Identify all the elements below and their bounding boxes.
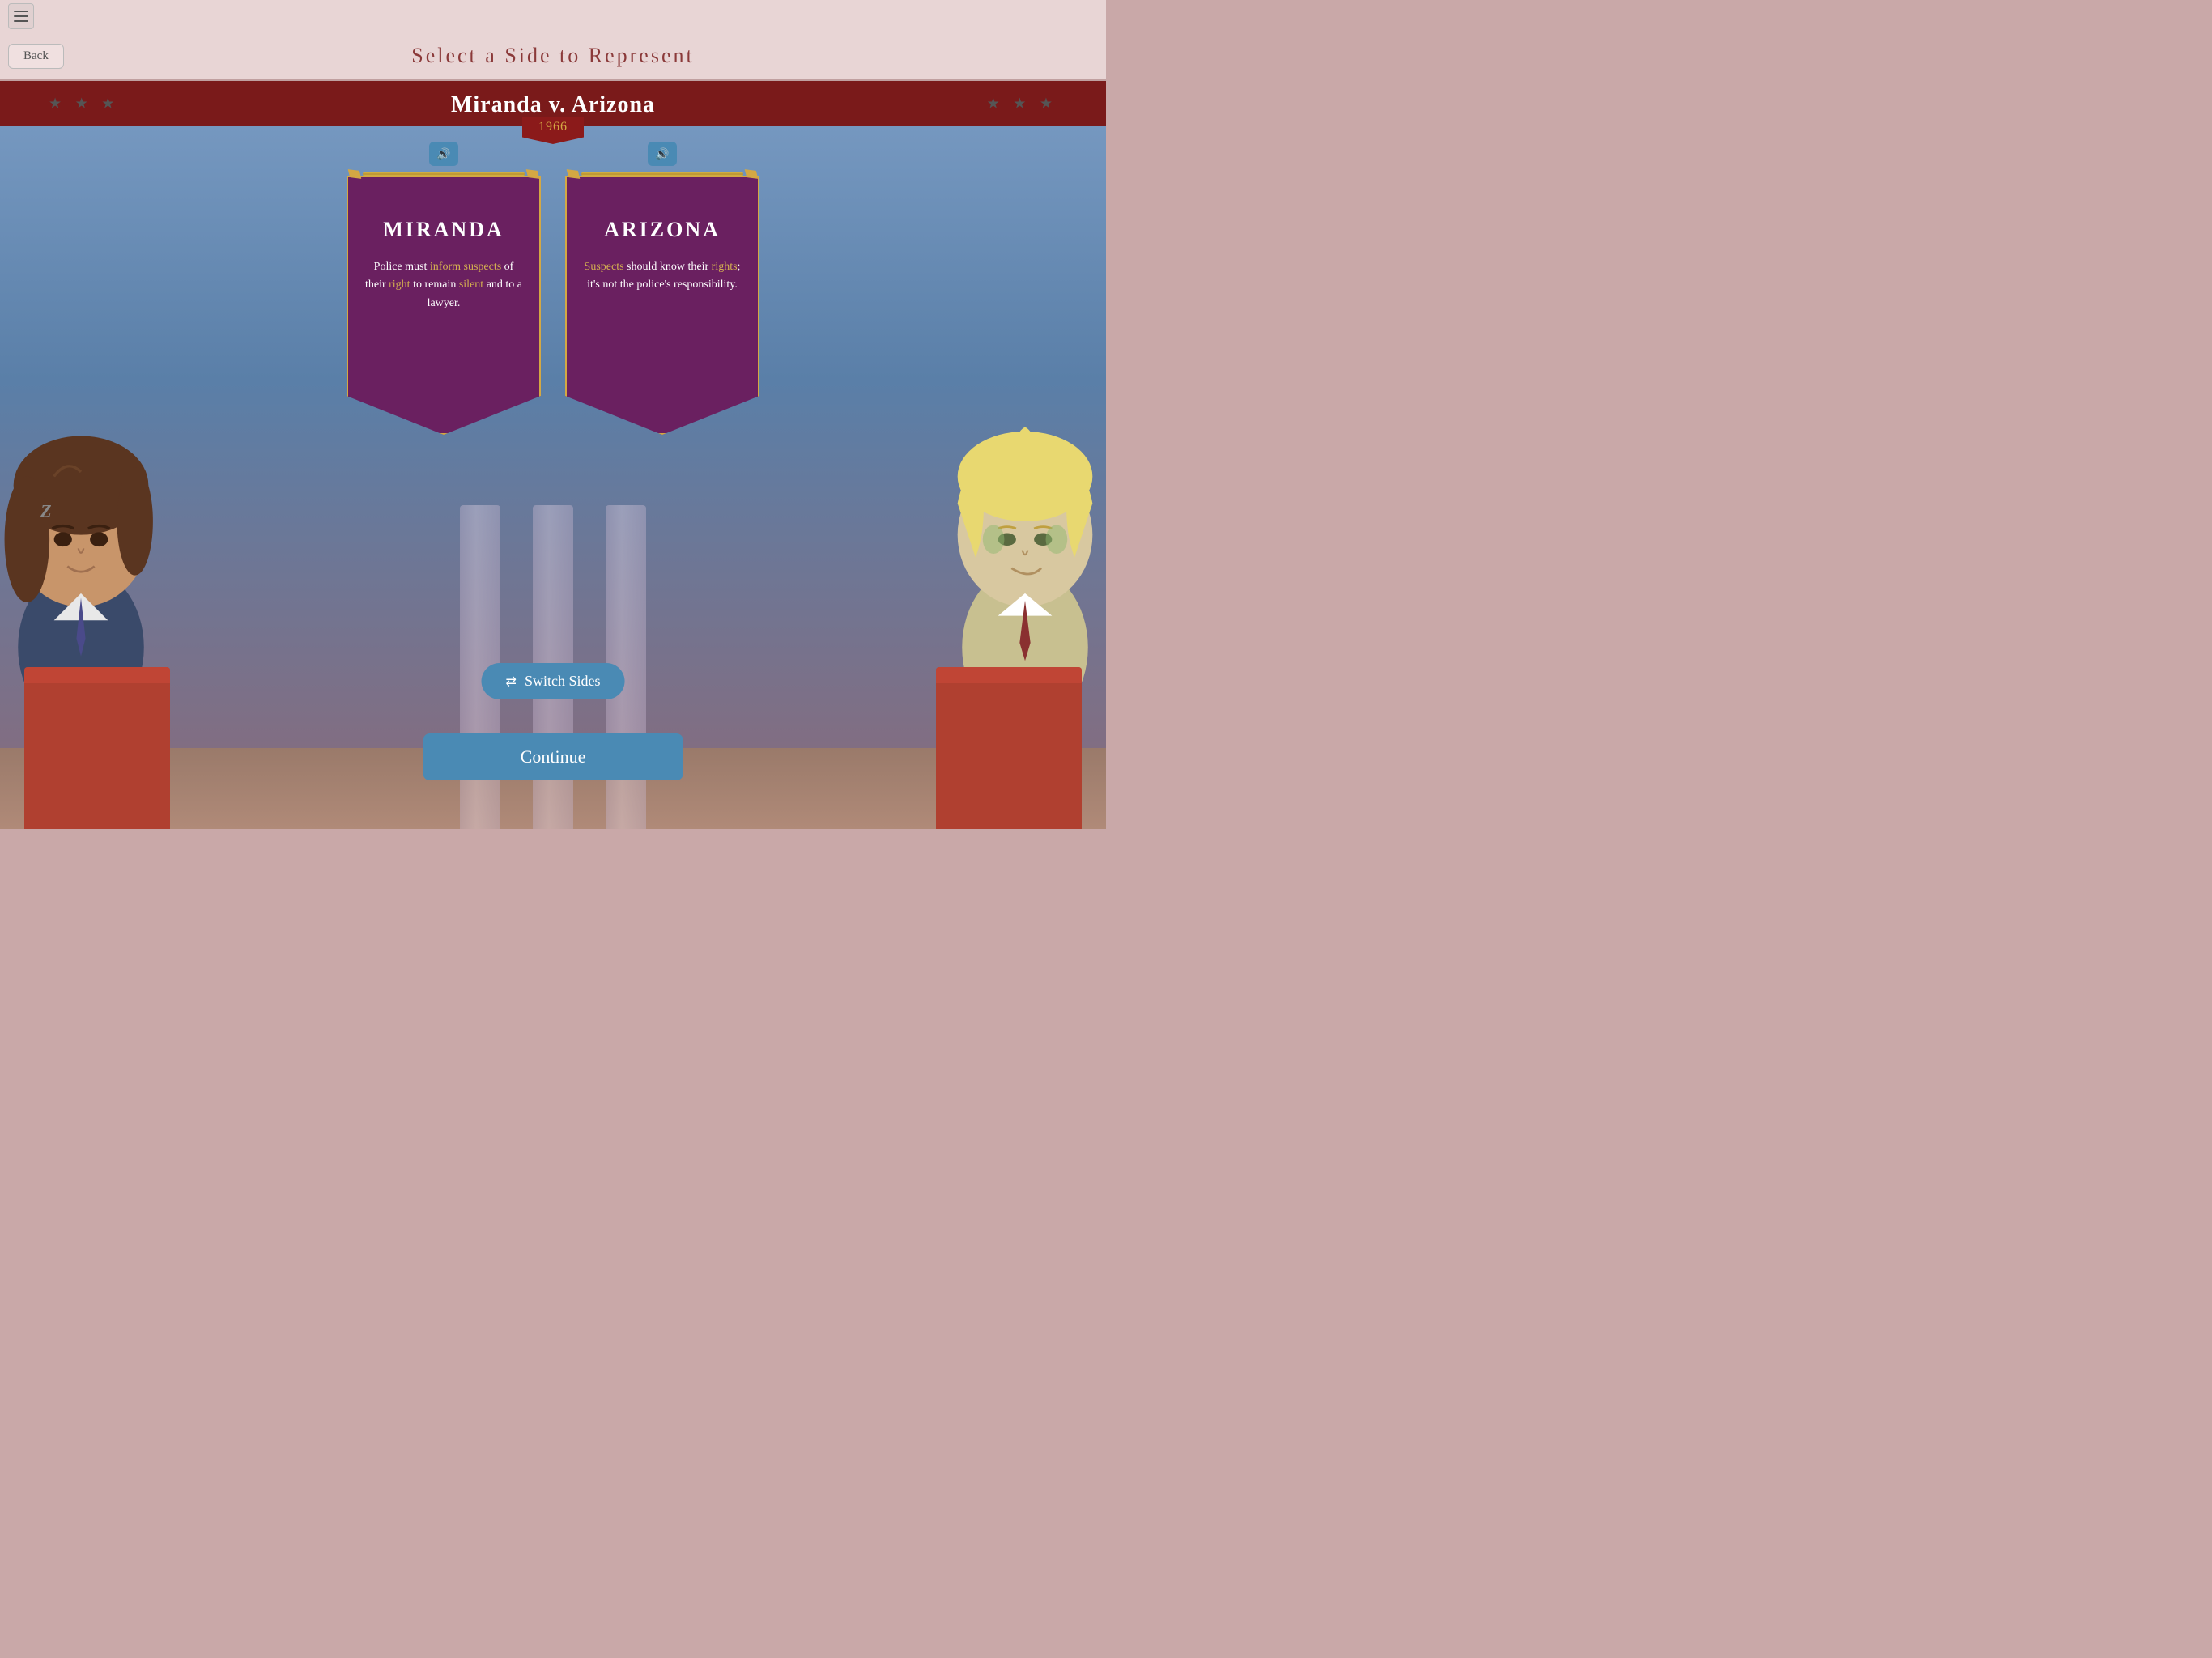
miranda-banner[interactable]: MIRANDA Police must inform suspects of t… (347, 176, 541, 435)
main-content: Miranda v. Arizona 1966 (0, 81, 1106, 829)
miranda-banner-wrapper: 🔊 MIRANDA Police must inform suspects of… (347, 146, 541, 435)
arizona-banner-title: ARIZONA (583, 218, 742, 242)
rod-bar (581, 172, 743, 176)
arizona-banner[interactable]: ARIZONA Suspects should know their right… (565, 176, 759, 435)
menu-button[interactable] (8, 3, 34, 29)
menu-line (14, 11, 28, 12)
arizona-rod (565, 168, 759, 180)
arizona-banner-wrapper: 🔊 ARIZONA Suspects should know their rig… (565, 146, 759, 435)
highlight: rights (712, 261, 738, 273)
rod-diamond-right (740, 166, 763, 182)
back-button[interactable]: Back (8, 44, 64, 69)
miranda-sound-button[interactable]: 🔊 (429, 142, 458, 166)
switch-sides-button[interactable]: ⇄ Switch Sides (482, 663, 625, 699)
highlight: silent (459, 278, 483, 291)
arizona-banner-text: Suspects should know their rights; it's … (583, 258, 742, 295)
arizona-sound-button[interactable]: 🔊 (648, 142, 677, 166)
podium-right (936, 667, 1082, 829)
highlight: inform suspects (430, 261, 501, 273)
miranda-banner-text: Police must inform suspects of their rig… (364, 258, 523, 312)
rod-bar (363, 172, 525, 176)
rod-diamond-right (521, 166, 544, 182)
menu-line (14, 15, 28, 17)
page-title: Select a Side to Represent (411, 44, 694, 68)
header: Back Select a Side to Represent (0, 32, 1106, 81)
svg-text:Z: Z (40, 500, 52, 521)
case-title: Miranda v. Arizona (451, 92, 655, 117)
year-badge: 1966 (522, 117, 584, 144)
top-bar (0, 0, 1106, 32)
podium-left (24, 667, 170, 829)
menu-line (14, 20, 28, 22)
continue-button[interactable]: Continue (423, 733, 683, 780)
miranda-banner-title: MIRANDA (364, 218, 523, 242)
highlight: Suspects (585, 261, 624, 273)
switch-sides-label: Switch Sides (525, 673, 601, 690)
switch-arrows-icon: ⇄ (506, 674, 517, 690)
miranda-rod (347, 168, 541, 180)
highlight: right (389, 278, 410, 291)
banners-container: 🔊 MIRANDA Police must inform suspects of… (262, 146, 844, 435)
